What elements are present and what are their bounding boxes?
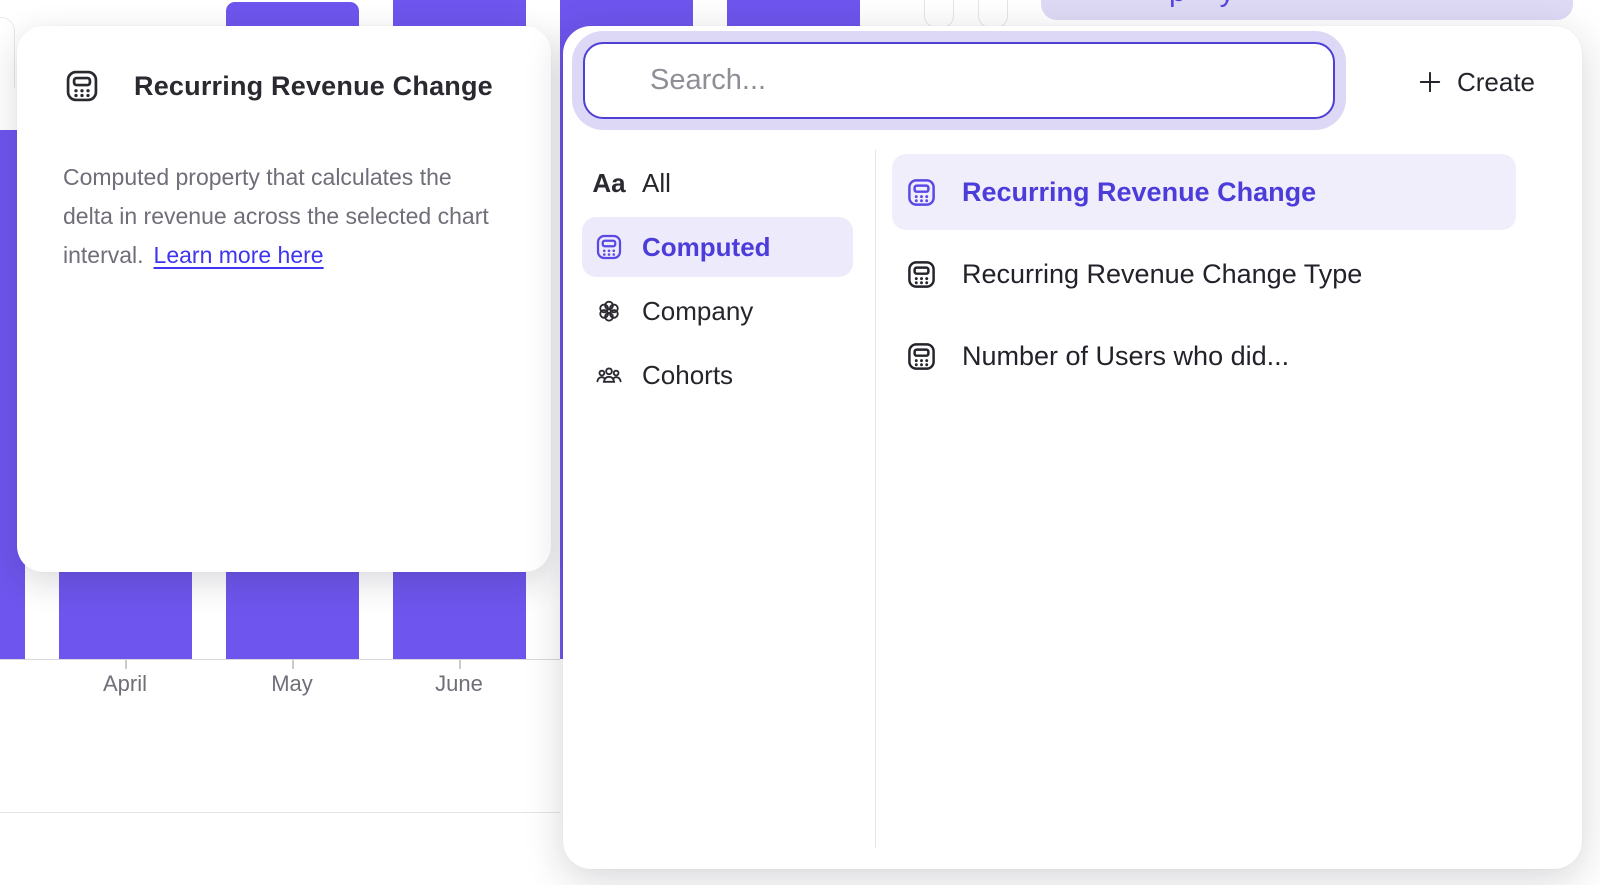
results-list: Recurring Revenue Change Recurring Reven… (892, 154, 1516, 400)
property-picker-panel: Create Aa All Co (563, 26, 1582, 869)
month-tick (459, 659, 461, 669)
result-row-number-of-users[interactable]: Number of Users who did... (892, 318, 1516, 394)
calculator-icon (905, 176, 938, 209)
lower-grid-line (0, 812, 560, 813)
calculator-icon (592, 232, 626, 262)
text-aa-icon: Aa (592, 168, 626, 198)
learn-more-link[interactable]: Learn more here (154, 242, 324, 268)
tooltip-card: Recurring Revenue Change Computed proper… (17, 26, 551, 572)
month-tick (125, 659, 127, 669)
calculator-icon (905, 340, 938, 373)
month-label: May (271, 671, 313, 697)
filter-list: Aa All Computed (582, 153, 853, 409)
calculator-icon (63, 67, 101, 105)
search-input[interactable] (583, 42, 1335, 119)
underlying-card-corner (978, 0, 1008, 28)
x-axis-line (0, 659, 560, 660)
top-right-chip[interactable]: py (1041, 0, 1573, 20)
underlying-card-corner (924, 0, 954, 28)
calculator-icon (905, 258, 938, 291)
create-label: Create (1457, 67, 1535, 98)
cohorts-people-icon (592, 360, 626, 390)
month-tick (292, 659, 294, 669)
filter-item-computed[interactable]: Computed (582, 217, 853, 277)
tooltip-title: Recurring Revenue Change (134, 71, 493, 102)
filter-item-cohorts[interactable]: Cohorts (582, 345, 853, 405)
tooltip-header: Recurring Revenue Change (63, 66, 493, 106)
vertical-divider (875, 150, 876, 848)
filter-item-company[interactable]: Company (582, 281, 853, 341)
month-label: April (103, 671, 147, 697)
filter-item-all[interactable]: Aa All (582, 153, 853, 213)
company-cluster-icon (592, 296, 626, 326)
month-label: June (435, 671, 483, 697)
result-row-recurring-revenue-change-type[interactable]: Recurring Revenue Change Type (892, 236, 1516, 312)
screen: April May June py Recurring Revenue Change (0, 0, 1600, 885)
chip-partial-text: py (1169, 0, 1269, 9)
tooltip-description: Computed property that calculates the de… (63, 158, 533, 275)
create-button[interactable]: Create (1396, 56, 1556, 108)
result-row-recurring-revenue-change[interactable]: Recurring Revenue Change (892, 154, 1516, 230)
underlying-card-corner (0, 17, 15, 88)
plus-icon (1417, 69, 1443, 95)
